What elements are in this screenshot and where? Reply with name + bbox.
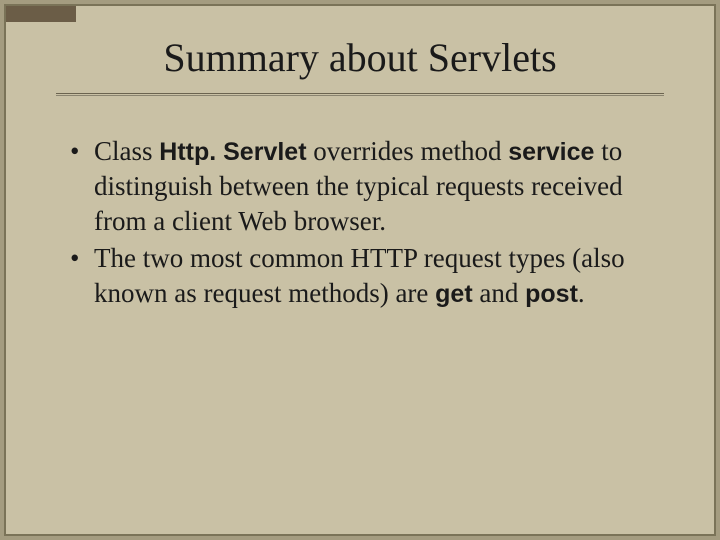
bullet-list: Class Http. Servlet overrides method ser… [66, 134, 654, 311]
title-underline [56, 93, 664, 94]
bold-term: post [525, 280, 578, 308]
header-accent-bar [6, 6, 76, 22]
bullet-item: Class Http. Servlet overrides method ser… [66, 134, 654, 239]
bold-term: service [508, 138, 594, 166]
bullet-item: The two most common HTTP request types (… [66, 241, 654, 311]
bold-term: get [435, 280, 473, 308]
slide-title: Summary about Servlets [6, 34, 714, 81]
bold-term: Http. Servlet [159, 138, 306, 166]
slide-content: Class Http. Servlet overrides method ser… [66, 134, 654, 311]
slide-frame: Summary about Servlets Class Http. Servl… [4, 4, 716, 536]
